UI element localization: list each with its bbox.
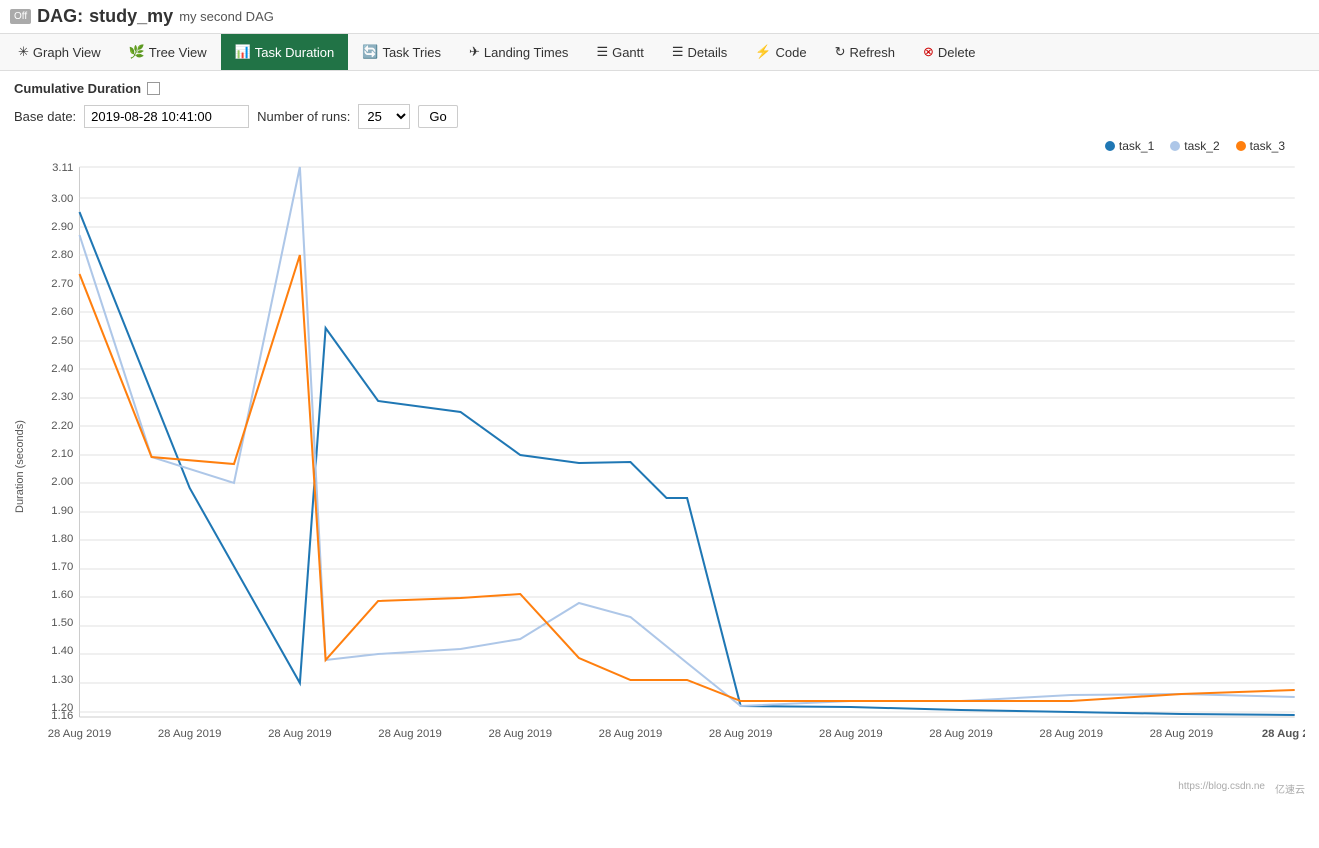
header: Off DAG: study_my my second DAG [0, 0, 1319, 34]
nav-details-label: Details [688, 45, 728, 60]
dag-subtitle: my second DAG [179, 9, 274, 24]
nav-code[interactable]: ⚡ Code [741, 34, 820, 70]
nav-tree-view-label: Tree View [149, 45, 207, 60]
base-date-input[interactable] [84, 105, 249, 128]
watermark-url: https://blog.csdn.ne [1178, 781, 1265, 796]
cumulative-checkbox[interactable] [147, 82, 160, 95]
svg-text:2.30: 2.30 [51, 391, 73, 403]
svg-text:28 Aug 2019: 28 Aug 2019 [158, 728, 222, 740]
cumulative-label: Cumulative Duration [14, 81, 141, 96]
chart-legend: task_1 task_2 task_3 [14, 139, 1305, 153]
nav-landing-times-label: Landing Times [484, 45, 569, 60]
dag-name: study_my [89, 6, 173, 27]
task3-line [79, 255, 1294, 701]
nav-code-label: Code [775, 45, 806, 60]
svg-text:28 Aug 2019: 28 Aug 2019 [268, 728, 332, 740]
svg-text:1.60: 1.60 [51, 589, 73, 601]
footer: https://blog.csdn.ne 亿速云 [14, 777, 1305, 796]
svg-text:1.80: 1.80 [51, 533, 73, 545]
chart-wrapper: Duration (seconds) .tick-text { font-siz… [14, 157, 1305, 777]
main-content: Cumulative Duration Base date: Number of… [0, 71, 1319, 806]
legend-task2: task_2 [1170, 139, 1219, 153]
svg-text:3.11: 3.11 [52, 162, 73, 174]
legend-dot-task1 [1105, 141, 1115, 151]
nav-task-duration[interactable]: 📊 Task Duration [221, 34, 349, 70]
delete-icon: ⊗ [923, 44, 934, 60]
svg-text:2.50: 2.50 [51, 335, 73, 347]
svg-text:2.80: 2.80 [51, 249, 73, 261]
details-icon: ☰ [672, 44, 684, 60]
legend-task3: task_3 [1236, 139, 1285, 153]
svg-text:28 Aug 2019: 28 Aug 2019 [488, 728, 552, 740]
svg-text:28 Aug 2019: 28 Aug 2019 [1039, 728, 1103, 740]
nav-refresh[interactable]: ↻ Refresh [821, 34, 909, 70]
svg-text:28 Aug 2019: 28 Aug 2019 [1262, 728, 1305, 740]
svg-text:28 Aug 2019: 28 Aug 2019 [1150, 728, 1214, 740]
nav-refresh-label: Refresh [849, 45, 895, 60]
runs-label: Number of runs: [257, 109, 350, 124]
nav-landing-times[interactable]: ✈ Landing Times [455, 34, 582, 70]
legend-task1: task_1 [1105, 139, 1154, 153]
svg-text:2.70: 2.70 [51, 278, 73, 290]
nav-delete-label: Delete [938, 45, 976, 60]
code-icon: ⚡ [755, 44, 771, 60]
nav-task-tries-label: Task Tries [382, 45, 441, 60]
nav-graph-view[interactable]: ✳ Graph View [4, 34, 115, 70]
legend-label-task3: task_3 [1250, 139, 1285, 153]
graph-view-icon: ✳ [18, 44, 29, 60]
gantt-icon: ☰ [596, 44, 608, 60]
svg-text:1.30: 1.30 [51, 674, 73, 686]
y-axis-label: Duration (seconds) [14, 157, 26, 777]
svg-text:1.16: 1.16 [51, 710, 73, 722]
go-button[interactable]: Go [418, 105, 457, 128]
svg-text:2.90: 2.90 [51, 221, 73, 233]
dag-status-badge: Off [10, 9, 31, 24]
runs-select[interactable]: 25 50 100 [358, 104, 410, 129]
task-tries-icon: 🔄 [362, 44, 378, 60]
legend-dot-task3 [1236, 141, 1246, 151]
watermark-logo: 亿速云 [1275, 781, 1305, 796]
nav-task-duration-label: Task Duration [255, 45, 334, 60]
nav-details[interactable]: ☰ Details [658, 34, 741, 70]
dag-prefix: DAG: [37, 6, 83, 27]
svg-text:28 Aug 2019: 28 Aug 2019 [709, 728, 773, 740]
nav-graph-view-label: Graph View [33, 45, 101, 60]
task-duration-icon: 📊 [235, 44, 251, 60]
svg-text:2.20: 2.20 [51, 420, 73, 432]
nav-task-tries[interactable]: 🔄 Task Tries [348, 34, 455, 70]
svg-text:1.50: 1.50 [51, 617, 73, 629]
svg-text:2.10: 2.10 [51, 448, 73, 460]
refresh-icon: ↻ [835, 44, 846, 60]
base-date-label: Base date: [14, 109, 76, 124]
landing-times-icon: ✈ [469, 44, 480, 60]
svg-text:28 Aug 2019: 28 Aug 2019 [929, 728, 993, 740]
controls-row: Base date: Number of runs: 25 50 100 Go [14, 104, 1305, 129]
line-chart: .tick-text { font-size: 11px; fill: #555… [28, 157, 1305, 777]
nav-gantt-label: Gantt [612, 45, 644, 60]
tree-view-icon: 🌿 [129, 44, 145, 60]
legend-label-task2: task_2 [1184, 139, 1219, 153]
task1-line [79, 212, 1294, 715]
svg-text:28 Aug 2019: 28 Aug 2019 [599, 728, 663, 740]
nav-delete[interactable]: ⊗ Delete [909, 34, 989, 70]
nav-gantt[interactable]: ☰ Gantt [582, 34, 657, 70]
svg-text:2.00: 2.00 [51, 476, 73, 488]
svg-text:1.90: 1.90 [51, 505, 73, 517]
svg-text:3.00: 3.00 [51, 193, 73, 205]
nav-tree-view[interactable]: 🌿 Tree View [115, 34, 221, 70]
svg-text:28 Aug 2019: 28 Aug 2019 [378, 728, 442, 740]
svg-text:28 Aug 2019: 28 Aug 2019 [48, 728, 112, 740]
svg-text:28 Aug 2019: 28 Aug 2019 [819, 728, 883, 740]
cumulative-row: Cumulative Duration [14, 81, 1305, 96]
svg-text:2.60: 2.60 [51, 306, 73, 318]
svg-text:1.40: 1.40 [51, 645, 73, 657]
legend-label-task1: task_1 [1119, 139, 1154, 153]
nav-bar: ✳ Graph View 🌿 Tree View 📊 Task Duration… [0, 34, 1319, 71]
task2-line [79, 167, 1294, 706]
svg-text:1.70: 1.70 [51, 561, 73, 573]
legend-dot-task2 [1170, 141, 1180, 151]
svg-text:2.40: 2.40 [51, 363, 73, 375]
